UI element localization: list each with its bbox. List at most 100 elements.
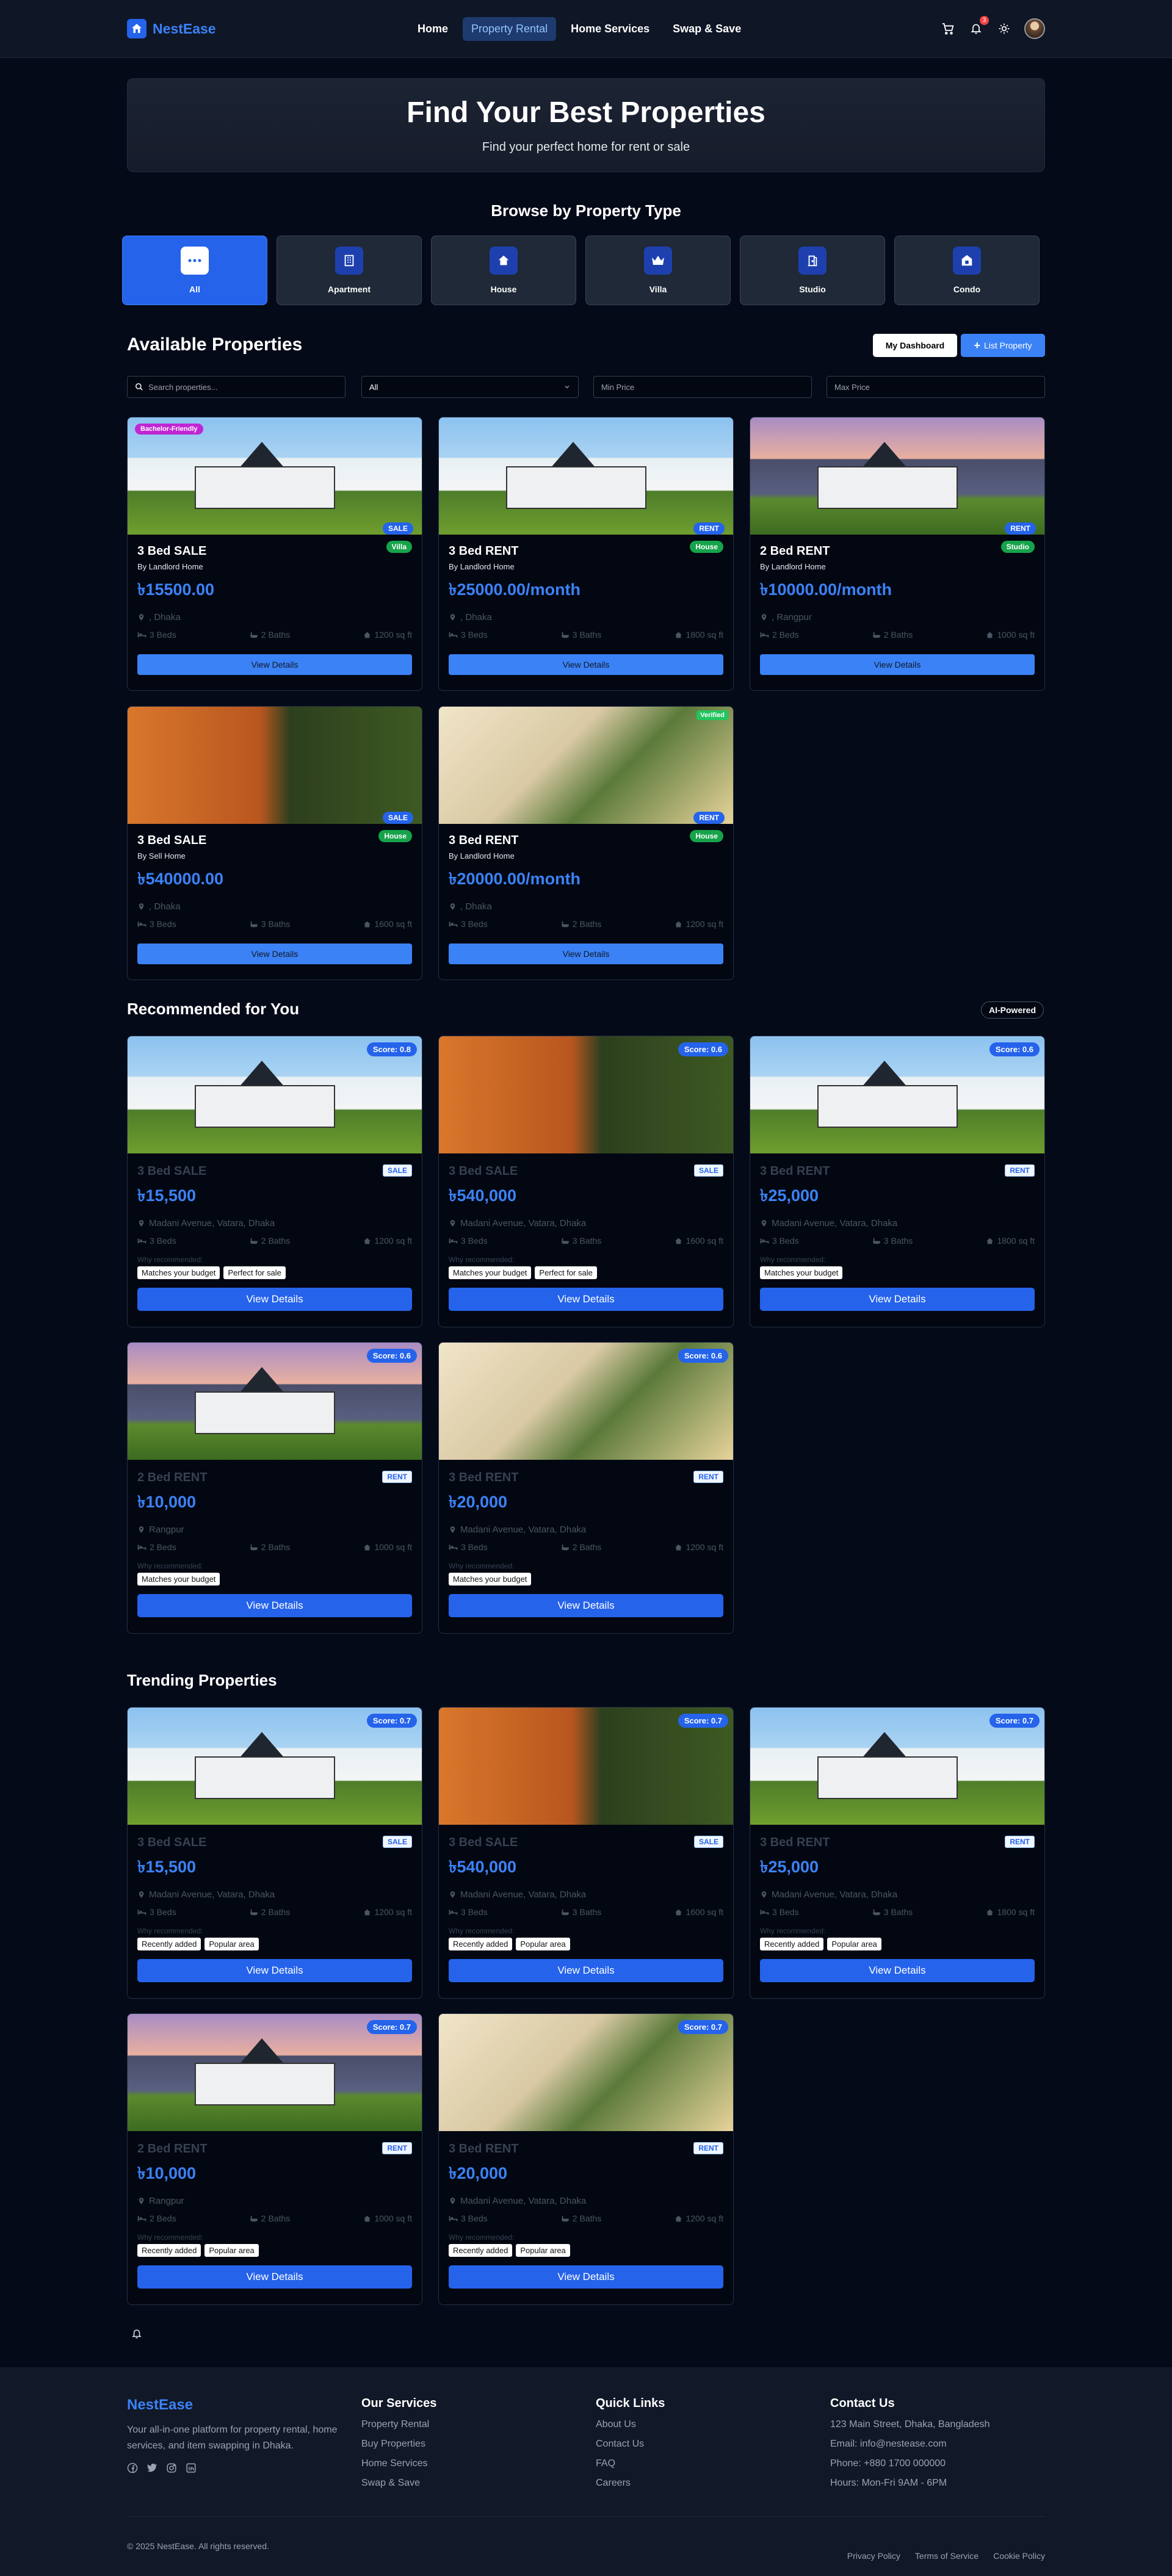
linkedin-icon[interactable] <box>186 2462 197 2473</box>
type-tab-villa[interactable]: Villa <box>585 236 731 305</box>
type-tab-studio[interactable]: Studio <box>740 236 885 305</box>
property-photo[interactable]: Score: 0.8 <box>128 1036 422 1153</box>
instagram-icon[interactable] <box>166 2462 177 2473</box>
footer-link[interactable]: Careers <box>596 2478 665 2489</box>
bed-icon <box>760 1908 769 1916</box>
recommended-card[interactable]: Score: 0.6 SALE 3 Bed SALE ৳540,000 Madani A… <box>438 1036 734 1327</box>
property-card[interactable]: SALE House 3 Bed SALE By Sell Home ৳540000.0… <box>127 706 422 980</box>
view-details-button[interactable]: View Details <box>137 1594 412 1617</box>
type-tab-all[interactable]: All <box>122 236 267 305</box>
list-property-button[interactable]: + List Property <box>961 334 1045 357</box>
view-details-button[interactable]: View Details <box>449 654 723 675</box>
footer-link[interactable]: Home Services <box>361 2458 436 2469</box>
view-details-button[interactable]: View Details <box>760 1959 1035 1982</box>
property-photo[interactable]: Score: 0.6 <box>439 1343 733 1460</box>
property-card[interactable]: RENT Studio 2 Bed RENT By Landlord Home ৳100… <box>750 417 1045 691</box>
view-details-button[interactable]: View Details <box>449 1594 723 1617</box>
floating-bell-icon[interactable] <box>131 2328 142 2339</box>
view-details-button[interactable]: View Details <box>449 943 723 964</box>
property-photo[interactable]: Score: 0.7 <box>750 1708 1044 1825</box>
type-tab-apartment[interactable]: Apartment <box>277 236 422 305</box>
property-photo[interactable]: RENT <box>439 417 733 535</box>
view-details-button[interactable]: View Details <box>449 1288 723 1311</box>
type-select[interactable]: All <box>361 376 579 398</box>
cart-icon[interactable] <box>940 21 956 37</box>
map-pin-icon <box>137 1891 145 1899</box>
trending-card[interactable]: Score: 0.7 SALE 3 Bed SALE ৳15,500 Madani Av… <box>127 1707 422 1999</box>
trending-card[interactable]: Score: 0.7 RENT 3 Bed RENT ৳25,000 Madani Av… <box>750 1707 1045 1999</box>
property-location: , Rangpur <box>760 612 1035 622</box>
nav-link-home-services[interactable]: Home Services <box>562 17 658 41</box>
trending-card[interactable]: Score: 0.7 RENT 2 Bed RENT ৳10,000 Rangpur 2 … <box>127 2013 422 2305</box>
nav-link-property-rental[interactable]: Property Rental <box>463 17 557 41</box>
property-photo[interactable]: Score: 0.6 <box>750 1036 1044 1153</box>
view-details-button[interactable]: View Details <box>137 2265 412 2289</box>
cookie-policy-link[interactable]: Cookie Policy <box>993 2551 1045 2561</box>
brand[interactable]: NestEase <box>127 19 216 38</box>
view-details-button[interactable]: View Details <box>137 654 412 675</box>
footer-link[interactable]: Property Rental <box>361 2419 436 2430</box>
property-photo[interactable]: Score: 0.6 <box>128 1343 422 1460</box>
property-price: ৳25000.00/month <box>449 580 581 599</box>
property-card[interactable]: Verified RENT House 3 Bed RENT By Landlord H… <box>438 706 734 980</box>
property-card[interactable]: RENT House 3 Bed RENT By Landlord Home ৳2500… <box>438 417 734 691</box>
property-card[interactable]: Bachelor-Friendly SALE Villa 3 Bed SALE By L… <box>127 417 422 691</box>
min-price-input[interactable]: Min Price <box>593 376 812 398</box>
property-photo[interactable]: Score: 0.7 <box>128 2014 422 2131</box>
beds: 2 Beds <box>137 2213 176 2223</box>
property-photo[interactable]: Score: 0.7 <box>439 1708 733 1825</box>
beds-text: 3 Beds <box>461 1907 488 1917</box>
view-details-button[interactable]: View Details <box>137 943 412 964</box>
recommended-card[interactable]: Score: 0.6 RENT 3 Bed RENT ৳25,000 Madani Av… <box>750 1036 1045 1327</box>
view-details-button[interactable]: View Details <box>137 1959 412 1982</box>
view-details-button[interactable]: View Details <box>760 1288 1035 1311</box>
footer-link[interactable]: Contact Us <box>596 2439 665 2450</box>
property-features: 3 Beds 2 Baths 1200 sq ft <box>449 919 723 929</box>
my-dashboard-button[interactable]: My Dashboard <box>873 334 957 357</box>
view-details-button[interactable]: View Details <box>137 1288 412 1311</box>
max-price-input[interactable]: Max Price <box>827 376 1045 398</box>
reason-chip: Recently added <box>760 1938 824 1950</box>
view-details-button[interactable]: View Details <box>449 2265 723 2289</box>
nav-link-home[interactable]: Home <box>409 17 457 41</box>
map-pin-icon <box>760 613 768 621</box>
terms-link[interactable]: Terms of Service <box>915 2551 978 2561</box>
beds: 3 Beds <box>760 1907 799 1917</box>
property-photo[interactable]: SALE <box>128 707 422 824</box>
twitter-icon[interactable] <box>146 2462 157 2473</box>
user-avatar[interactable] <box>1024 18 1045 39</box>
card-body: House 3 Bed RENT By Landlord Home ৳25000.00… <box>439 535 733 686</box>
trending-card[interactable]: Score: 0.7 SALE 3 Bed SALE ৳540,000 Madani A… <box>438 1707 734 1999</box>
footer-link[interactable]: About Us <box>596 2419 665 2430</box>
property-photo[interactable]: RENT <box>750 417 1044 535</box>
score-badge: Score: 0.7 <box>678 1714 728 1728</box>
property-photo[interactable]: Score: 0.7 <box>128 1708 422 1825</box>
footer-link[interactable]: FAQ <box>596 2458 665 2469</box>
property-photo[interactable]: Score: 0.7 <box>439 2014 733 2131</box>
location-text: Rangpur <box>149 2196 184 2206</box>
recommended-card[interactable]: Score: 0.6 RENT 2 Bed RENT ৳10,000 Rangpur 2 … <box>127 1342 422 1634</box>
recommended-card[interactable]: Score: 0.8 SALE 3 Bed SALE ৳15,500 Madani Av… <box>127 1036 422 1327</box>
search-input[interactable]: Search properties... <box>127 376 345 398</box>
nav-link-swap-save[interactable]: Swap & Save <box>664 17 750 41</box>
property-photo[interactable]: Bachelor-Friendly SALE <box>128 417 422 535</box>
trending-card[interactable]: Score: 0.7 RENT 3 Bed RENT ৳20,000 Madani Av… <box>438 2013 734 2305</box>
property-photo[interactable]: Score: 0.6 <box>439 1036 733 1153</box>
recommended-card[interactable]: Score: 0.6 RENT 3 Bed RENT ৳20,000 Madani Av… <box>438 1342 734 1634</box>
area-icon <box>363 1908 371 1916</box>
type-tab-condo[interactable]: Condo <box>894 236 1040 305</box>
footer-brand: NestEase <box>127 2397 194 2413</box>
sun-icon[interactable] <box>996 21 1012 37</box>
footer-bottom: © 2025 NestEase. All rights reserved. Pr… <box>127 2516 1045 2561</box>
bell-icon[interactable]: 3 <box>968 16 989 37</box>
type-tab-house[interactable]: House <box>431 236 576 305</box>
view-details-button[interactable]: View Details <box>449 1959 723 1982</box>
view-details-button[interactable]: View Details <box>760 654 1035 675</box>
area: 1600 sq ft <box>675 1236 723 1246</box>
footer-link[interactable]: Buy Properties <box>361 2439 436 2450</box>
footer-quick-links: Quick Links About Us Contact Us FAQ Care… <box>596 2397 665 2489</box>
footer-link[interactable]: Swap & Save <box>361 2478 436 2489</box>
privacy-policy-link[interactable]: Privacy Policy <box>847 2551 900 2561</box>
facebook-icon[interactable] <box>127 2462 138 2473</box>
property-photo[interactable]: Verified RENT <box>439 707 733 824</box>
